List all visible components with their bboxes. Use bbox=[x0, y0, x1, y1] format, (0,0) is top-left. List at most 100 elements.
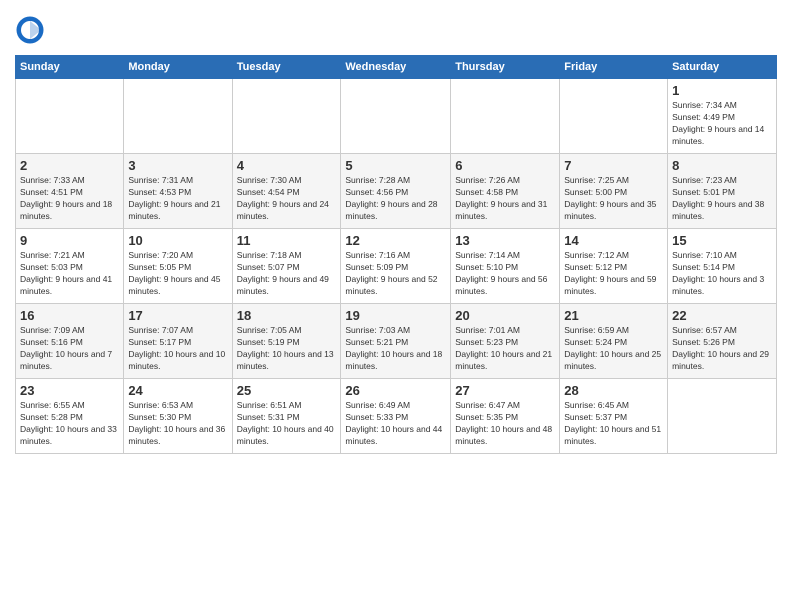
day-number: 17 bbox=[128, 308, 227, 323]
day-number: 8 bbox=[672, 158, 772, 173]
day-info: Sunrise: 7:10 AM Sunset: 5:14 PM Dayligh… bbox=[672, 250, 772, 298]
calendar-cell bbox=[668, 379, 777, 454]
day-info: Sunrise: 7:30 AM Sunset: 4:54 PM Dayligh… bbox=[237, 175, 337, 223]
day-number: 5 bbox=[345, 158, 446, 173]
calendar-header-tuesday: Tuesday bbox=[232, 56, 341, 79]
day-number: 2 bbox=[20, 158, 119, 173]
calendar-cell: 6Sunrise: 7:26 AM Sunset: 4:58 PM Daylig… bbox=[451, 154, 560, 229]
day-number: 4 bbox=[237, 158, 337, 173]
calendar-cell: 20 Sunrise: 7:01 AM Sunset: 5:23 PM Dayli… bbox=[451, 304, 560, 379]
calendar-cell: 3 Sunrise: 7:31 AM Sunset: 4:53 PM Daylig… bbox=[124, 154, 232, 229]
calendar-week-row: 1Sunrise: 7:34 AM Sunset: 4:49 PM Daylig… bbox=[16, 79, 777, 154]
day-number: 15 bbox=[672, 233, 772, 248]
calendar-cell: 14 Sunrise: 7:12 AM Sunset: 5:12 PM Dayli… bbox=[560, 229, 668, 304]
calendar-cell: 26Sunrise: 6:49 AM Sunset: 5:33 PM Dayli… bbox=[341, 379, 451, 454]
header bbox=[15, 15, 777, 45]
day-info: Sunrise: 7:26 AM Sunset: 4:58 PM Dayligh… bbox=[455, 175, 555, 223]
calendar-cell: 21 Sunrise: 6:59 AM Sunset: 5:24 PM Dayli… bbox=[560, 304, 668, 379]
day-number: 12 bbox=[345, 233, 446, 248]
logo bbox=[15, 15, 49, 45]
day-info: Sunrise: 7:03 AM Sunset: 5:21 PM Dayligh… bbox=[345, 325, 446, 373]
calendar-header-monday: Monday bbox=[124, 56, 232, 79]
day-info: Sunrise: 7:28 AM Sunset: 4:56 PM Dayligh… bbox=[345, 175, 446, 223]
day-number: 25 bbox=[237, 383, 337, 398]
day-number: 7 bbox=[564, 158, 663, 173]
calendar-cell: 25 Sunrise: 6:51 AM Sunset: 5:31 PM Dayli… bbox=[232, 379, 341, 454]
calendar-cell: 17 Sunrise: 7:07 AM Sunset: 5:17 PM Dayli… bbox=[124, 304, 232, 379]
day-info: Sunrise: 7:34 AM Sunset: 4:49 PM Dayligh… bbox=[672, 100, 772, 148]
day-number: 23 bbox=[20, 383, 119, 398]
calendar-cell bbox=[341, 79, 451, 154]
calendar-cell: 4 Sunrise: 7:30 AM Sunset: 4:54 PM Daylig… bbox=[232, 154, 341, 229]
calendar-cell: 18 Sunrise: 7:05 AM Sunset: 5:19 PM Dayli… bbox=[232, 304, 341, 379]
day-info: Sunrise: 7:25 AM Sunset: 5:00 PM Dayligh… bbox=[564, 175, 663, 223]
day-info: Sunrise: 6:51 AM Sunset: 5:31 PM Dayligh… bbox=[237, 400, 337, 448]
calendar-cell bbox=[560, 79, 668, 154]
day-info: Sunrise: 7:18 AM Sunset: 5:07 PM Dayligh… bbox=[237, 250, 337, 298]
day-number: 26 bbox=[345, 383, 446, 398]
calendar-cell bbox=[451, 79, 560, 154]
calendar-week-row: 23 Sunrise: 6:55 AM Sunset: 5:28 PM Dayli… bbox=[16, 379, 777, 454]
calendar-header-saturday: Saturday bbox=[668, 56, 777, 79]
day-info: Sunrise: 7:21 AM Sunset: 5:03 PM Dayligh… bbox=[20, 250, 119, 298]
calendar-header-sunday: Sunday bbox=[16, 56, 124, 79]
calendar-cell: 2 Sunrise: 7:33 AM Sunset: 4:51 PM Daylig… bbox=[16, 154, 124, 229]
day-number: 28 bbox=[564, 383, 663, 398]
day-number: 10 bbox=[128, 233, 227, 248]
day-number: 3 bbox=[128, 158, 227, 173]
day-number: 27 bbox=[455, 383, 555, 398]
day-info: Sunrise: 6:57 AM Sunset: 5:26 PM Dayligh… bbox=[672, 325, 772, 373]
day-number: 21 bbox=[564, 308, 663, 323]
calendar-cell: 5 Sunrise: 7:28 AM Sunset: 4:56 PM Daylig… bbox=[341, 154, 451, 229]
day-info: Sunrise: 7:01 AM Sunset: 5:23 PM Dayligh… bbox=[455, 325, 555, 373]
day-number: 13 bbox=[455, 233, 555, 248]
calendar-cell: 24 Sunrise: 6:53 AM Sunset: 5:30 PM Dayli… bbox=[124, 379, 232, 454]
calendar-header-thursday: Thursday bbox=[451, 56, 560, 79]
day-number: 16 bbox=[20, 308, 119, 323]
calendar-cell: 7 Sunrise: 7:25 AM Sunset: 5:00 PM Daylig… bbox=[560, 154, 668, 229]
calendar-cell: 12 Sunrise: 7:16 AM Sunset: 5:09 PM Dayli… bbox=[341, 229, 451, 304]
day-info: Sunrise: 7:33 AM Sunset: 4:51 PM Dayligh… bbox=[20, 175, 119, 223]
calendar-week-row: 2 Sunrise: 7:33 AM Sunset: 4:51 PM Daylig… bbox=[16, 154, 777, 229]
day-number: 22 bbox=[672, 308, 772, 323]
calendar-cell bbox=[124, 79, 232, 154]
day-info: Sunrise: 6:55 AM Sunset: 5:28 PM Dayligh… bbox=[20, 400, 119, 448]
day-info: Sunrise: 7:16 AM Sunset: 5:09 PM Dayligh… bbox=[345, 250, 446, 298]
calendar-cell: 16Sunrise: 7:09 AM Sunset: 5:16 PM Dayli… bbox=[16, 304, 124, 379]
page: SundayMondayTuesdayWednesdayThursdayFrid… bbox=[0, 0, 792, 612]
day-number: 20 bbox=[455, 308, 555, 323]
day-info: Sunrise: 7:14 AM Sunset: 5:10 PM Dayligh… bbox=[455, 250, 555, 298]
logo-icon bbox=[15, 15, 45, 45]
calendar-week-row: 16Sunrise: 7:09 AM Sunset: 5:16 PM Dayli… bbox=[16, 304, 777, 379]
calendar-cell: 15 Sunrise: 7:10 AM Sunset: 5:14 PM Dayli… bbox=[668, 229, 777, 304]
day-info: Sunrise: 7:05 AM Sunset: 5:19 PM Dayligh… bbox=[237, 325, 337, 373]
calendar-cell: 8 Sunrise: 7:23 AM Sunset: 5:01 PM Daylig… bbox=[668, 154, 777, 229]
day-info: Sunrise: 7:07 AM Sunset: 5:17 PM Dayligh… bbox=[128, 325, 227, 373]
calendar-header-row: SundayMondayTuesdayWednesdayThursdayFrid… bbox=[16, 56, 777, 79]
day-info: Sunrise: 6:45 AM Sunset: 5:37 PM Dayligh… bbox=[564, 400, 663, 448]
calendar-cell bbox=[232, 79, 341, 154]
calendar-header-wednesday: Wednesday bbox=[341, 56, 451, 79]
calendar-header-friday: Friday bbox=[560, 56, 668, 79]
calendar-table: SundayMondayTuesdayWednesdayThursdayFrid… bbox=[15, 55, 777, 454]
day-info: Sunrise: 7:12 AM Sunset: 5:12 PM Dayligh… bbox=[564, 250, 663, 298]
day-number: 18 bbox=[237, 308, 337, 323]
day-number: 19 bbox=[345, 308, 446, 323]
calendar-cell: 10 Sunrise: 7:20 AM Sunset: 5:05 PM Dayli… bbox=[124, 229, 232, 304]
day-info: Sunrise: 6:47 AM Sunset: 5:35 PM Dayligh… bbox=[455, 400, 555, 448]
day-info: Sunrise: 7:31 AM Sunset: 4:53 PM Dayligh… bbox=[128, 175, 227, 223]
day-info: Sunrise: 7:23 AM Sunset: 5:01 PM Dayligh… bbox=[672, 175, 772, 223]
calendar-cell: 23 Sunrise: 6:55 AM Sunset: 5:28 PM Dayli… bbox=[16, 379, 124, 454]
day-info: Sunrise: 6:53 AM Sunset: 5:30 PM Dayligh… bbox=[128, 400, 227, 448]
day-number: 24 bbox=[128, 383, 227, 398]
calendar-cell: 9Sunrise: 7:21 AM Sunset: 5:03 PM Daylig… bbox=[16, 229, 124, 304]
day-info: Sunrise: 6:59 AM Sunset: 5:24 PM Dayligh… bbox=[564, 325, 663, 373]
day-info: Sunrise: 7:20 AM Sunset: 5:05 PM Dayligh… bbox=[128, 250, 227, 298]
calendar-cell: 28 Sunrise: 6:45 AM Sunset: 5:37 PM Dayli… bbox=[560, 379, 668, 454]
day-number: 11 bbox=[237, 233, 337, 248]
calendar-cell: 1Sunrise: 7:34 AM Sunset: 4:49 PM Daylig… bbox=[668, 79, 777, 154]
day-number: 14 bbox=[564, 233, 663, 248]
calendar-cell: 22 Sunrise: 6:57 AM Sunset: 5:26 PM Dayli… bbox=[668, 304, 777, 379]
calendar-cell: 13 Sunrise: 7:14 AM Sunset: 5:10 PM Dayli… bbox=[451, 229, 560, 304]
calendar-cell: 11 Sunrise: 7:18 AM Sunset: 5:07 PM Dayli… bbox=[232, 229, 341, 304]
